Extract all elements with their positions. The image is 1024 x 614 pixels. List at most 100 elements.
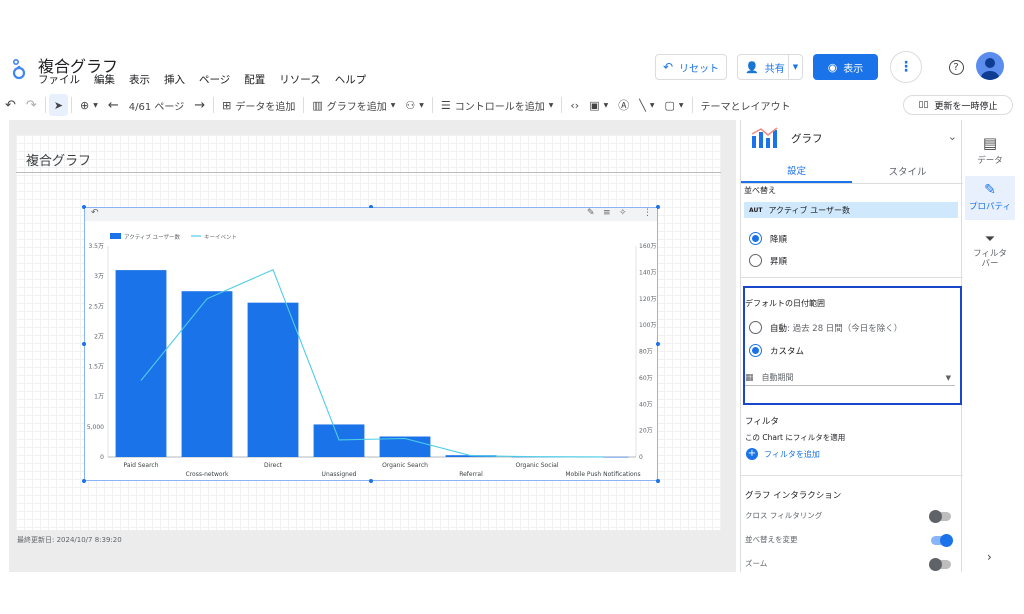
x-tick-label: Organic Search — [382, 462, 428, 469]
share-dropdown-icon[interactable]: ▼ — [788, 55, 802, 79]
collapse-panel-chevron-icon[interactable]: › — [987, 550, 992, 564]
x-tick-label: Mobile Push Notifications — [565, 471, 640, 478]
edit-pencil-icon[interactable]: ✎ — [587, 208, 595, 218]
x-tick-label: Cross-network — [186, 471, 230, 478]
section-divider — [741, 475, 963, 476]
menu-resource[interactable]: リソース — [279, 72, 320, 87]
radio-button[interactable] — [749, 344, 762, 357]
community-viz-button[interactable]: ⚇ ▼ — [400, 94, 429, 116]
select-tool-button[interactable]: ➤ — [48, 94, 69, 116]
chevron-down-icon: ▼ — [548, 101, 554, 109]
chevron-down-icon: ▼ — [603, 101, 609, 109]
add-filter-button[interactable]: + フィルタを追加 — [746, 448, 820, 460]
zoom-button[interactable]: ⊕ ▼ — [75, 94, 103, 116]
filter-icon: ⏷ — [984, 232, 996, 247]
add-circle-icon: + — [746, 448, 758, 460]
date-custom-label: カスタム — [770, 346, 805, 357]
x-tick-label: Referral — [459, 471, 483, 478]
chart-header-bar: ↶ ✎ ≡ ✧ ⋮ — [85, 208, 657, 221]
more-options-button[interactable]: ⋮ — [890, 51, 922, 83]
shape-button[interactable]: ▢ ▼ — [659, 94, 688, 116]
chevron-down-icon: ▼ — [649, 101, 655, 109]
combo-chart[interactable]: アクティブ ユーザー数 キーイベント 0 5,000 1万 1.5万 2万 2.5万 3万 3.5… — [85, 222, 657, 480]
rail-properties[interactable]: ✎ プロパティ — [965, 176, 1015, 220]
y-left-tick-label: 1万 — [94, 394, 104, 401]
interaction-section-title: グラフ インタラクション — [745, 491, 842, 501]
zoom-icon: ⊕ — [80, 98, 90, 112]
embed-code-button[interactable]: ‹› — [565, 94, 584, 116]
date-custom-option[interactable]: カスタム — [749, 344, 804, 357]
date-range-select[interactable]: ▦ 自動期間 ▼ — [745, 370, 955, 386]
view-button[interactable]: ◉ 表示 — [813, 54, 878, 80]
chevron-down-icon[interactable]: ⌄ — [948, 130, 957, 143]
view-label: 表示 — [843, 63, 864, 75]
y-right-tick-label: 160万 — [639, 243, 656, 250]
y-right-tick-label: 80万 — [639, 349, 653, 356]
avatar[interactable] — [976, 52, 1004, 80]
metric-type-badge: AUT — [749, 206, 763, 214]
tab-style[interactable]: スタイル — [852, 158, 963, 183]
redo-button[interactable]: ↷ — [21, 94, 42, 116]
sort-metric-chip[interactable]: AUT アクティブ ユーザー数 — [744, 202, 958, 218]
sort-asc-option[interactable]: 昇順 — [749, 254, 787, 267]
bar-2 — [247, 302, 299, 457]
add-chart-label: グラフを追加 — [326, 101, 387, 113]
page-indicator[interactable]: 4/61 ページ — [124, 94, 189, 116]
date-auto-detail: : 過去 28 日間（今日を除く） — [787, 323, 903, 334]
date-auto-option[interactable]: 自動: 過去 28 日間（今日を除く） — [749, 321, 902, 334]
radio-button[interactable] — [749, 254, 762, 267]
radio-button[interactable] — [749, 232, 762, 245]
pause-update-button[interactable]: ▯▯ 更新を一時停止 — [903, 95, 1013, 115]
properties-panel: グラフ ⌄ 設定 スタイル 並べ替え AUT アクティブ ユーザー数 降順 昇順… — [740, 120, 963, 572]
tune-icon[interactable]: ≡ — [603, 208, 611, 218]
line-button[interactable]: ╲ ▼ — [634, 94, 659, 116]
chevron-down-icon: ▼ — [93, 101, 98, 109]
magic-icon[interactable]: ✧ — [619, 208, 627, 218]
menu-help[interactable]: ヘルプ — [335, 72, 367, 87]
toolbar: ↶ ↷ ➤ ⊕ ▼ ← 4/61 ページ → ⊞ データを追加 ▥ グラフを追加 ▼ ⚇… — [0, 92, 1024, 118]
pencil-icon: ✎ — [984, 182, 996, 198]
menu-arrange[interactable]: 配置 — [244, 72, 265, 87]
menu-edit[interactable]: 編集 — [94, 72, 115, 87]
next-page-button[interactable]: → — [189, 94, 210, 116]
add-control-button[interactable]: ☰ コントロールを追加 ▼ — [436, 94, 559, 116]
chart-reset-icon[interactable]: ↶ — [91, 208, 99, 218]
menu-view[interactable]: 表示 — [129, 72, 150, 87]
sort-desc-option[interactable]: 降順 — [749, 232, 787, 245]
change-sort-toggle[interactable] — [931, 534, 953, 547]
radio-button[interactable] — [749, 321, 762, 334]
zoom-label: ズーム — [745, 559, 768, 568]
rail-data[interactable]: ▤ データ — [965, 128, 1015, 172]
rail-filter-bar[interactable]: ⏷ フィルタバー — [965, 226, 1015, 276]
add-chart-button[interactable]: ▥ グラフを追加 ▼ — [307, 94, 400, 116]
chart-type-selector[interactable]: グラフ ⌄ — [741, 120, 963, 156]
x-tick-label: Unassigned — [322, 471, 357, 478]
cross-filter-toggle[interactable] — [929, 510, 951, 523]
x-tick-label: Organic Social — [515, 462, 558, 469]
share-button[interactable]: 👤 共有 ▼ — [737, 54, 803, 80]
redo-icon: ↷ — [25, 97, 37, 113]
rail-filter-label: フィルタバー — [973, 249, 1007, 270]
sort-section-label: 並べ替え — [744, 186, 776, 195]
arrow-right-icon: → — [194, 97, 206, 113]
zoom-toggle[interactable] — [929, 558, 951, 571]
sort-desc-label: 降順 — [770, 234, 788, 245]
reset-button[interactable]: ↶ リセット — [655, 54, 727, 80]
add-data-button[interactable]: ⊞ データを追加 — [217, 94, 300, 116]
cross-filter-label: クロス フィルタリング — [745, 511, 823, 520]
theme-layout-button[interactable]: テーマとレイアウト — [696, 94, 796, 116]
menu-page[interactable]: ページ — [199, 72, 230, 87]
undo-button[interactable]: ↶ — [0, 94, 21, 116]
help-button[interactable]: ? — [940, 51, 972, 83]
text-button[interactable]: Ⓐ — [613, 94, 634, 116]
menu-insert[interactable]: 挿入 — [164, 72, 185, 87]
prev-page-button[interactable]: ← — [103, 94, 124, 116]
chart-more-icon[interactable]: ⋮ — [643, 208, 652, 218]
tab-setup[interactable]: 設定 — [741, 158, 852, 183]
menu-file[interactable]: ファイル — [38, 72, 80, 87]
title-divider — [16, 172, 721, 173]
image-button[interactable]: ▣ ▼ — [584, 94, 613, 116]
page-title[interactable]: 複合グラフ — [26, 150, 91, 169]
bar-3 — [313, 424, 365, 457]
add-filter-label: フィルタを追加 — [764, 449, 820, 459]
